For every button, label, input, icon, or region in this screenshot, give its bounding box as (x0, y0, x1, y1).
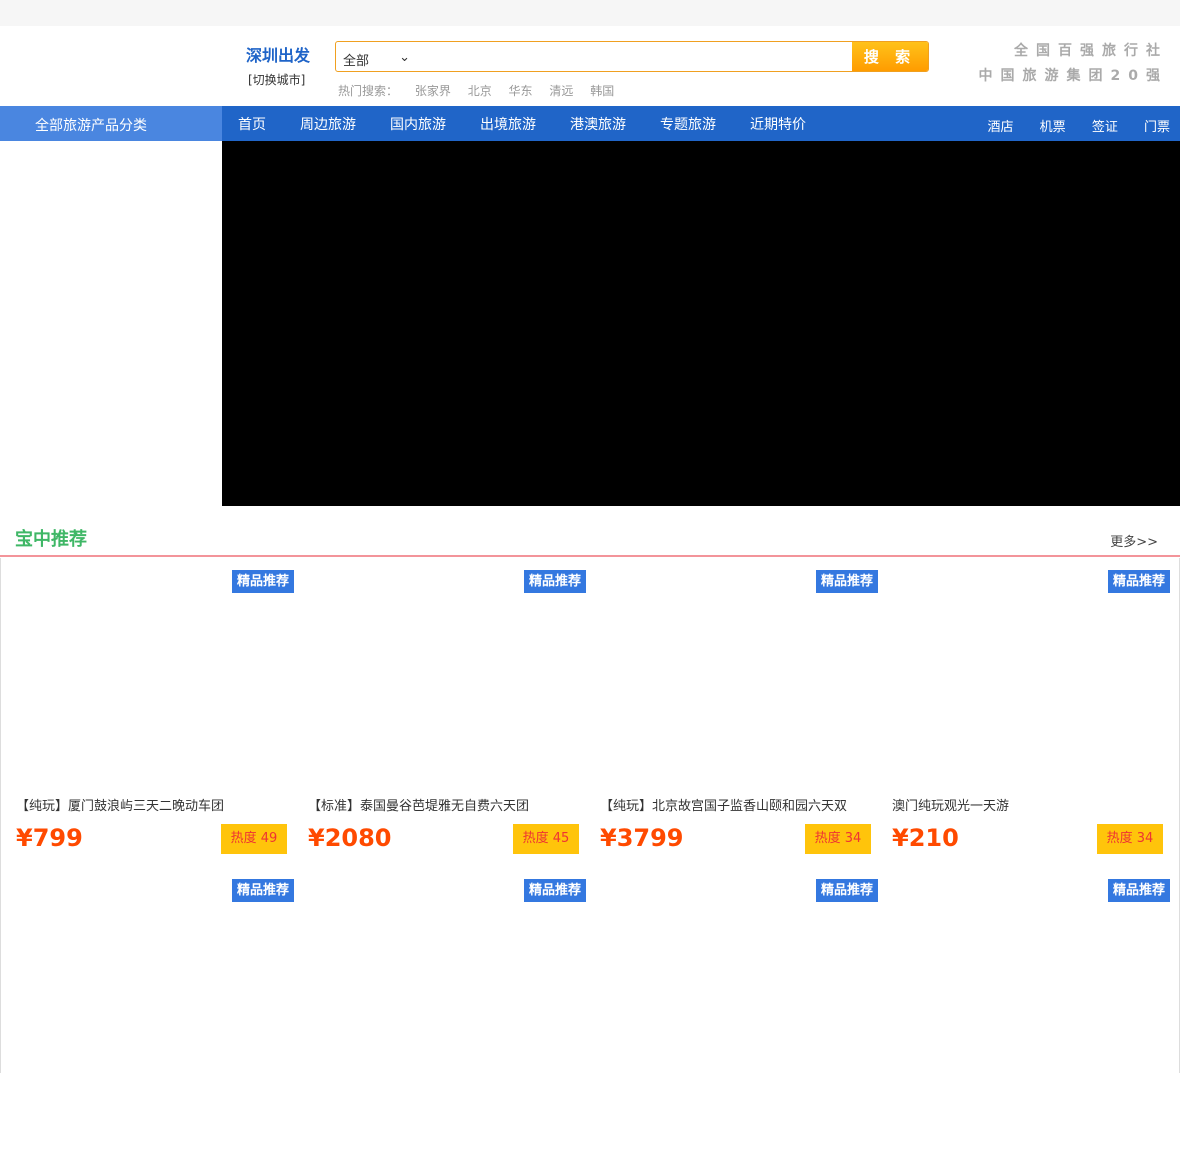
search-button[interactable]: 搜 索 (852, 42, 928, 71)
main-nav: 全部旅游产品分类 首页 周边旅游 国内旅游 出境旅游 港澳旅游 专题旅游 近期特… (0, 106, 1180, 141)
product-title[interactable]: 【纯玩】厦门鼓浪屿三天二晚动车团 (16, 795, 224, 814)
nav-item[interactable]: 港澳旅游 (570, 114, 626, 134)
product-card[interactable]: 精品推荐 (877, 867, 1170, 1176)
product-title[interactable]: 【纯玩】北京故宫国子监香山颐和园六天双 (600, 795, 847, 814)
switch-city-link[interactable]: [切换城市] (248, 71, 305, 88)
nav-item[interactable]: 近期特价 (750, 114, 806, 134)
nav-visa[interactable]: 签证 (1092, 120, 1118, 135)
category-value: 全部 (343, 54, 370, 69)
search-category-select[interactable]: 全部 ⌄ (336, 42, 420, 71)
header: 深圳出发 [切换城市] 全部 ⌄ 搜 索 热门搜索： 张家界 北京 华东 清远 韩… (0, 26, 1180, 106)
nav-right: 酒店 机票 签证 门票 (966, 116, 1170, 135)
search-input[interactable] (420, 42, 852, 71)
product-card[interactable]: 精品推荐【纯玩】厦门鼓浪屿三天二晚动车团 ¥799 热度 49 (1, 558, 294, 867)
hot-term[interactable]: 华东 (509, 84, 533, 98)
popularity-badge: 热度 49 (221, 824, 287, 854)
product-card[interactable]: 精品推荐 (585, 867, 878, 1176)
hot-term[interactable]: 韩国 (590, 84, 614, 98)
nav-item[interactable]: 国内旅游 (390, 114, 446, 134)
product-card[interactable]: 精品推荐【纯玩】北京故宫国子监香山颐和园六天双 ¥3799 热度 34 (585, 558, 878, 867)
product-price: ¥2080 (308, 824, 392, 852)
popularity-badge: 热度 34 (1097, 824, 1163, 854)
slogan-line: 中国旅游集团20强 (978, 68, 1168, 84)
slogan-line: 全国百强旅行社 (1014, 43, 1168, 59)
product-price: ¥210 (892, 824, 959, 852)
hot-label: 热门搜索： (338, 84, 399, 98)
featured-badge: 精品推荐 (524, 570, 586, 593)
hot-term[interactable]: 北京 (468, 84, 492, 98)
popularity-badge: 热度 45 (513, 824, 579, 854)
section-header: 宝中推荐 更多>> (0, 506, 1180, 557)
hot-term[interactable]: 张家界 (415, 84, 451, 98)
top-bar (0, 0, 1180, 26)
featured-badge: 精品推荐 (1108, 879, 1170, 902)
nav-hotel[interactable]: 酒店 (988, 120, 1014, 135)
section-title: 宝中推荐 (15, 529, 87, 550)
product-card[interactable]: 精品推荐【标准】泰国曼谷芭堤雅无自费六天团 ¥2080 热度 45 (293, 558, 586, 867)
departure-city: 深圳出发 (246, 46, 311, 65)
nav-item[interactable]: 专题旅游 (660, 114, 716, 134)
featured-badge: 精品推荐 (1108, 570, 1170, 593)
product-price: ¥3799 (600, 824, 684, 852)
nav-item[interactable]: 出境旅游 (480, 114, 536, 134)
product-title[interactable]: 澳门纯玩观光一天游 (892, 795, 1009, 814)
nav-item[interactable]: 首页 (238, 114, 266, 134)
product-card[interactable]: 精品推荐 (293, 867, 586, 1176)
nav-flights[interactable]: 机票 (1040, 120, 1066, 135)
more-link[interactable]: 更多>> (1110, 531, 1158, 550)
hot-term[interactable]: 清远 (549, 84, 573, 98)
popularity-badge: 热度 34 (805, 824, 871, 854)
featured-badge: 精品推荐 (524, 879, 586, 902)
featured-badge: 精品推荐 (232, 570, 294, 593)
product-card[interactable]: 精品推荐澳门纯玩观光一天游 ¥210 热度 34 (877, 558, 1170, 867)
product-grid: 精品推荐 【纯玩】厦门鼓浪屿三天二晚动车团 ¥799 热度 49 精品推荐 【标准】泰… (0, 558, 1180, 1073)
product-card[interactable]: 精品推荐 (1, 867, 294, 1176)
featured-badge: 精品推荐 (816, 570, 878, 593)
featured-badge: 精品推荐 (816, 879, 878, 902)
slogan: 全国百强旅行社中国旅游集团20强 (979, 39, 1168, 89)
all-categories-menu[interactable]: 全部旅游产品分类 (0, 106, 222, 141)
nav-tickets[interactable]: 门票 (1144, 120, 1170, 135)
hot-searches: 热门搜索： 张家界 北京 华东 清远 韩国 (338, 82, 627, 99)
nav-item[interactable]: 周边旅游 (300, 114, 356, 134)
search-bar: 全部 ⌄ 搜 索 (335, 41, 929, 72)
product-price: ¥799 (16, 824, 83, 852)
banner-slideshow[interactable] (222, 141, 1180, 506)
chevron-down-icon: ⌄ (399, 50, 410, 65)
featured-badge: 精品推荐 (232, 879, 294, 902)
product-title[interactable]: 【标准】泰国曼谷芭堤雅无自费六天团 (308, 795, 529, 814)
